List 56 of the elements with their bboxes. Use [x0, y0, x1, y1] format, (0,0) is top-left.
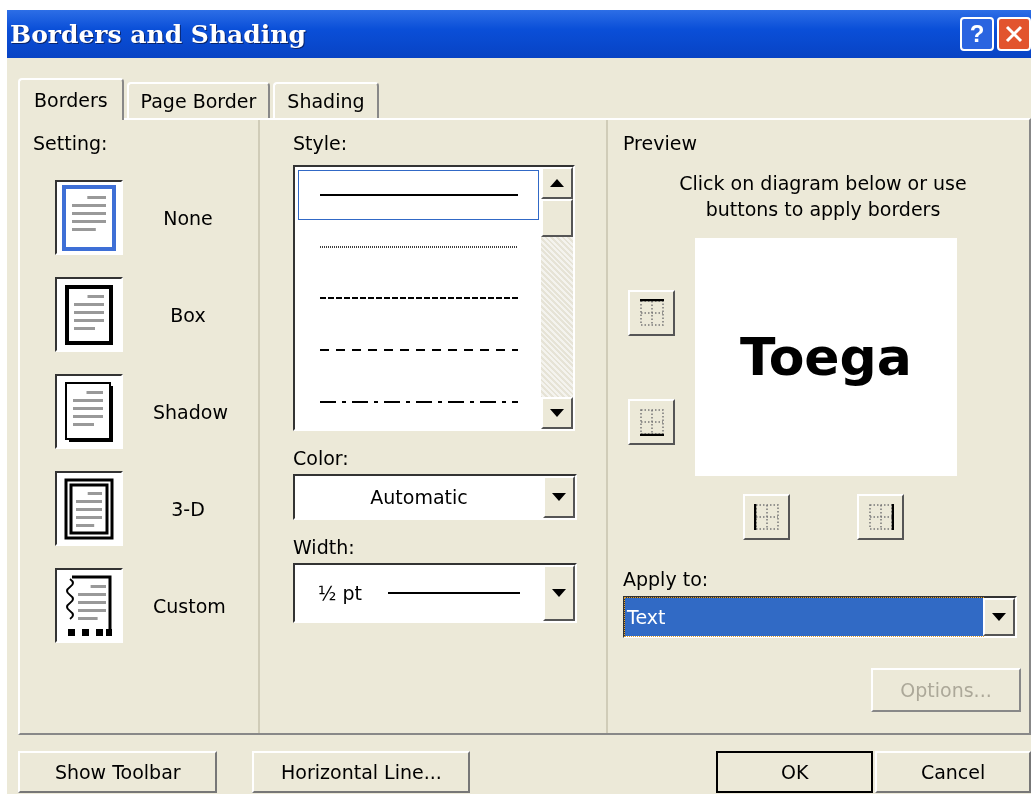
scroll-thumb[interactable] [541, 199, 573, 237]
apply-to-dropdown[interactable]: Text [623, 596, 1017, 638]
width-value: ½ pt [318, 582, 362, 604]
caret-icon [552, 589, 566, 597]
show-toolbar-button[interactable]: Show Toolbar [18, 751, 218, 793]
preview-label: Preview [623, 132, 698, 154]
style-label: Style: [293, 132, 349, 154]
border-bottom-icon [638, 407, 665, 436]
help-button[interactable]: ? [960, 17, 994, 51]
cancel-button[interactable]: Cancel [875, 751, 1031, 793]
caret-icon [992, 613, 1006, 621]
dropdown-button[interactable] [543, 565, 575, 621]
border-button[interactable] [628, 398, 675, 445]
setting-button[interactable] [55, 374, 123, 449]
border-button[interactable] [628, 289, 675, 336]
dropdown-button[interactable] [983, 598, 1015, 636]
border-right-icon [867, 503, 894, 531]
border-button[interactable] [857, 494, 904, 540]
caret-icon [552, 493, 566, 501]
tab[interactable]: Borders [18, 78, 124, 120]
color-label: Color: [293, 447, 350, 469]
scroll-down-button[interactable] [541, 397, 573, 429]
setting-button[interactable] [55, 277, 123, 352]
width-label: Width: [293, 536, 356, 558]
instruction-text: Click on diagram below or use buttons to apply borders [678, 171, 968, 222]
apply-to-label: Apply to: [623, 568, 710, 590]
close-button[interactable] [997, 17, 1031, 51]
border-top-icon [638, 298, 665, 327]
border-button[interactable] [743, 494, 790, 540]
close-icon [1005, 25, 1023, 43]
tab[interactable]: Shading [273, 82, 379, 118]
setting-label: None [162, 206, 214, 229]
setting-label: Custom [153, 594, 223, 617]
style-list[interactable] [293, 165, 575, 431]
setting-label: 3-D [170, 497, 206, 520]
page-icon [61, 183, 117, 252]
setting-button[interactable] [55, 568, 123, 643]
window-title: Borders and Shading [10, 19, 307, 49]
color-dropdown[interactable]: Automatic [293, 474, 577, 520]
border-left-icon [753, 503, 780, 531]
preview-diagram[interactable]: Toega [695, 238, 957, 476]
setting-label: Setting: [33, 132, 109, 154]
horizontal-line-button[interactable]: Horizontal Line... [252, 751, 471, 793]
caret-icon [550, 409, 564, 417]
up-arrow-icon [550, 179, 564, 187]
scrollbar[interactable] [541, 167, 573, 429]
setting-button[interactable] [55, 471, 123, 546]
sample-text: Toega [740, 327, 912, 387]
tab[interactable]: Page Border [126, 82, 271, 118]
width-dropdown[interactable]: ½ pt [293, 563, 577, 623]
dropdown-button[interactable] [543, 476, 575, 518]
setting-label: Box [169, 303, 207, 326]
setting-button[interactable] [55, 180, 123, 255]
ok-button[interactable]: OK [716, 751, 874, 793]
scroll-up-button[interactable] [541, 167, 573, 199]
style-item[interactable] [298, 170, 539, 220]
